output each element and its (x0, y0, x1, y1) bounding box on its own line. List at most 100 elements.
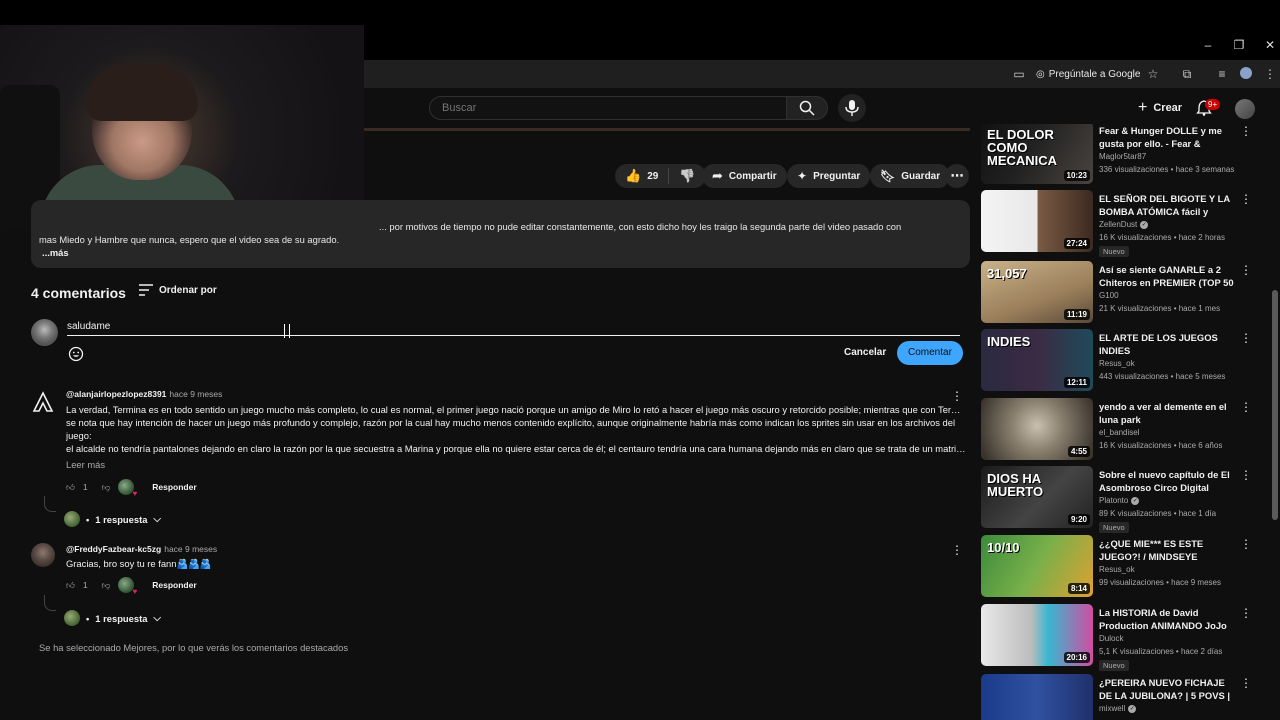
page-scrollbar[interactable] (1272, 290, 1278, 520)
channel-name[interactable]: Resus_ok (1099, 359, 1135, 368)
video-title[interactable]: La HISTORIA de David Production ANIMANDO… (1099, 606, 1237, 632)
channel-name[interactable]: Platonto ✓ (1099, 496, 1140, 505)
video-title[interactable]: ¿¿QUE MIE*** ES ESTE JUEGO?! / MINDSEYE (1099, 537, 1237, 563)
channel-name[interactable]: mixwell ✓ (1099, 704, 1137, 713)
thumbnail-caption: 31,057 (987, 266, 1027, 281)
channel-name[interactable]: G100 (1099, 291, 1119, 300)
view-replies-button[interactable]: • 1 respuesta ⌵ (64, 511, 161, 527)
video-title[interactable]: EL SEÑOR DEL BIGOTE Y LA BOMBA ATÓMICA f… (1099, 192, 1237, 218)
video-description[interactable]: ... por motivos de tiempo no pude editar… (31, 200, 970, 268)
recommended-video[interactable]: 10/10 8:14 ¿¿QUE MIE*** ES ESTE JUEGO?! / … (980, 535, 1262, 599)
video-thumbnail[interactable]: 31,057 11:19 (981, 261, 1093, 323)
recommended-video[interactable]: ¿PEREIRA NUEVO FICHAJE DE LA JUBILONA? |… (980, 674, 1262, 720)
channel-name[interactable]: Maglor5tar87 (1099, 152, 1146, 161)
notifications-badge: 9+ (1205, 99, 1221, 110)
video-thumbnail[interactable] (981, 674, 1093, 720)
comment-time[interactable]: hace 9 meses (164, 544, 217, 554)
video-options-icon[interactable]: ⋮ (1240, 331, 1252, 345)
video-options-icon[interactable]: ⋮ (1240, 192, 1252, 206)
recommended-video[interactable]: EL DOLOR COMO MECANICA 10:23 Fear & Hunger… (980, 124, 1262, 186)
video-title[interactable]: Sobre el nuevo capítulo de El Asombroso … (1099, 468, 1237, 494)
submit-comment-button[interactable]: Comentar (897, 341, 963, 365)
comment-dislike-icon[interactable]: 👎︎ (102, 580, 111, 591)
comment-text: La verdad, Termina es en todo sentido un… (66, 404, 968, 454)
video-options-icon[interactable]: ⋮ (1240, 263, 1252, 277)
media-control-icon[interactable]: ≡ (1214, 66, 1230, 82)
save-button[interactable]: 🔖︎ Guardar (870, 164, 951, 188)
video-thumbnail[interactable]: DIOS HA MUERTO 9:20 (981, 466, 1093, 528)
recommended-video[interactable]: DIOS HA MUERTO 9:20 Sobre el nuevo capítul… (980, 466, 1262, 533)
channel-name[interactable]: el_bandisel (1099, 428, 1139, 437)
recommended-video[interactable]: 4:55 yendo a ver al demente en el luna pa… (980, 398, 1262, 462)
maximize-button[interactable]: ❐ (1229, 38, 1249, 52)
ask-google-button[interactable]: ◎ Pregúntale a Google (1036, 64, 1140, 84)
like-button[interactable]: 👍 29 (625, 168, 670, 184)
video-options-icon[interactable]: ⋮ (1240, 124, 1252, 138)
close-window-button[interactable]: ✕ (1260, 38, 1280, 52)
create-button[interactable]: + Crear (1128, 96, 1192, 120)
video-thumbnail[interactable]: INDIES 12:11 (981, 329, 1093, 391)
recommended-video[interactable]: 20:16 La HISTORIA de David Production ANI… (980, 604, 1262, 671)
comment-like-icon[interactable]: 👍︎ (66, 482, 75, 493)
new-badge: Nuevo (1099, 660, 1129, 671)
read-more-link[interactable]: Leer más (66, 459, 105, 470)
voice-search-button[interactable] (838, 94, 866, 122)
share-button[interactable]: ➦ Compartir (702, 164, 787, 188)
video-thumbnail[interactable]: EL DOLOR COMO MECANICA 10:23 (981, 124, 1093, 184)
video-options-icon[interactable]: ⋮ (1240, 537, 1252, 551)
comment-input[interactable] (67, 318, 960, 336)
video-options-icon[interactable]: ⋮ (1240, 400, 1252, 414)
emoji-icon[interactable] (68, 346, 84, 362)
channel-name[interactable]: ZellenDust ✓ (1099, 220, 1149, 229)
video-title[interactable]: Así se siente GANARLE a 2 Chiteros en PR… (1099, 263, 1237, 289)
search-button[interactable] (786, 96, 828, 120)
dislike-button[interactable]: 👎 (669, 168, 705, 184)
new-badge: Nuevo (1099, 246, 1129, 257)
creator-heart-icon (118, 479, 137, 498)
comment-time[interactable]: hace 9 meses (169, 389, 222, 399)
reply-button[interactable]: Responder (152, 482, 196, 492)
more-actions-button[interactable]: ⋯ (945, 164, 969, 188)
video-duration: 4:55 (1067, 446, 1090, 457)
recommended-video[interactable]: 27:24 EL SEÑOR DEL BIGOTE Y LA BOMBA ATÓM… (980, 190, 1262, 257)
bookmark-star-icon[interactable]: ☆ (1145, 66, 1161, 82)
recommended-video[interactable]: 31,057 11:19 Así se siente GANARLE a 2 Chi… (980, 261, 1262, 325)
video-options-icon[interactable]: ⋮ (1240, 676, 1252, 690)
video-title[interactable]: yendo a ver al demente en el luna park (1099, 400, 1237, 426)
comment-author-avatar[interactable] (31, 543, 55, 567)
comment-options-icon[interactable]: ⋮ (951, 543, 963, 557)
video-options-icon[interactable]: ⋮ (1240, 606, 1252, 620)
reply-author-avatar (64, 511, 80, 527)
video-options-icon[interactable]: ⋮ (1240, 468, 1252, 482)
sort-comments-button[interactable]: Ordenar por (139, 284, 217, 296)
description-more-link[interactable]: ...más (42, 246, 962, 259)
comment-options-icon[interactable]: ⋮ (951, 389, 963, 403)
verified-check-icon: ✓ (1128, 704, 1137, 713)
video-thumbnail[interactable]: 20:16 (981, 604, 1093, 666)
browser-menu-icon[interactable]: ⋮ (1262, 66, 1278, 82)
comment-author[interactable]: @FreddyFazbear-kc5zg hace 9 meses (66, 544, 217, 554)
minimize-button[interactable]: – (1198, 38, 1218, 52)
ask-button[interactable]: ✦ Preguntar (787, 164, 871, 188)
install-app-icon[interactable]: ▭ (1011, 66, 1027, 82)
channel-name[interactable]: Dulock (1099, 634, 1123, 643)
channel-name[interactable]: Resus_ok (1099, 565, 1135, 574)
reply-button[interactable]: Responder (152, 580, 196, 590)
search-input[interactable] (429, 96, 787, 120)
video-thumbnail[interactable]: 4:55 (981, 398, 1093, 460)
comment-like-icon[interactable]: 👍︎ (66, 580, 75, 591)
video-thumbnail[interactable]: 10/10 8:14 (981, 535, 1093, 597)
comment-author[interactable]: @alanjairlopezlopez8391 hace 9 meses (66, 389, 222, 399)
extensions-icon[interactable]: ⧉ (1179, 66, 1195, 82)
recommended-video[interactable]: INDIES 12:11 EL ARTE DE LOS JUEGOS INDIES R… (980, 329, 1262, 393)
video-title[interactable]: EL ARTE DE LOS JUEGOS INDIES (1099, 331, 1237, 357)
video-title[interactable]: ¿PEREIRA NUEVO FICHAJE DE LA JUBILONA? |… (1099, 676, 1237, 702)
comment-dislike-icon[interactable]: 👎︎ (102, 482, 111, 493)
browser-profile-avatar[interactable] (1240, 67, 1252, 79)
account-avatar[interactable] (1235, 99, 1255, 119)
view-replies-button[interactable]: • 1 respuesta ⌵ (64, 610, 161, 626)
comment-author-avatar[interactable] (31, 391, 55, 415)
video-title[interactable]: Fear & Hunger DOLLE y me gusta por ello.… (1099, 124, 1237, 150)
cancel-button[interactable]: Cancelar (836, 341, 894, 365)
video-thumbnail[interactable]: 27:24 (981, 190, 1093, 252)
